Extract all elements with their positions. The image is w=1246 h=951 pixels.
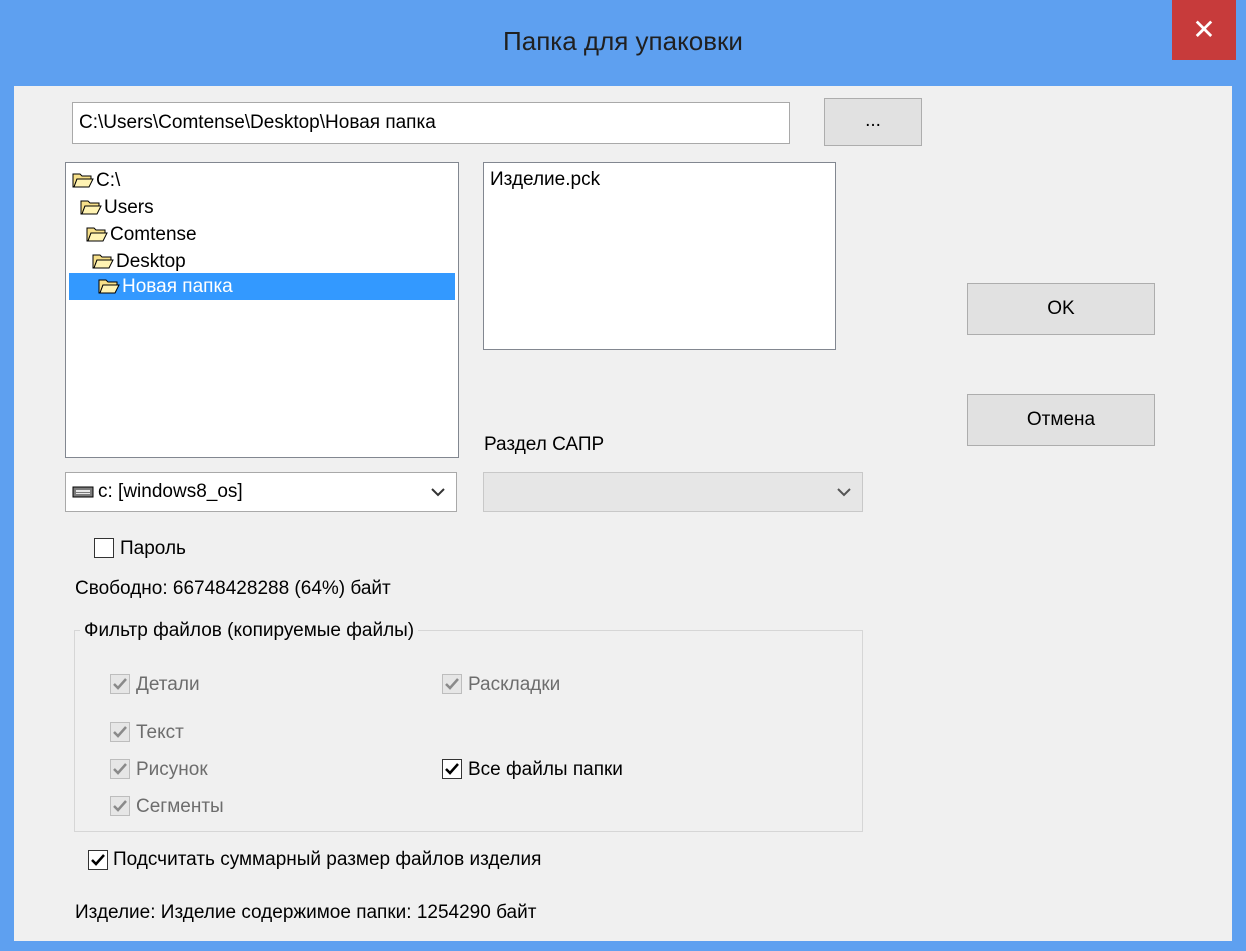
tree-item-label: C:\ — [96, 170, 121, 191]
details-checkbox[interactable] — [110, 674, 130, 694]
drive-icon — [72, 486, 94, 498]
dialog-client-area: C:\Users\Comtense\Desktop\Новая папка ..… — [14, 86, 1232, 941]
tree-item-desktop[interactable]: Desktop — [92, 248, 186, 275]
checkmark-icon — [113, 678, 127, 690]
count-total-checkbox[interactable] — [88, 850, 108, 870]
segments-label: Сегменты — [136, 796, 224, 817]
folder-open-icon — [92, 254, 114, 269]
text-label: Текст — [136, 722, 184, 743]
drawing-checkbox[interactable] — [110, 759, 130, 779]
password-label[interactable]: Пароль — [120, 538, 186, 560]
title-bar[interactable]: Папка для упаковки ✕ — [0, 0, 1246, 86]
checkmark-icon — [113, 763, 127, 775]
file-list[interactable]: Изделие.pck — [483, 162, 836, 350]
cad-section-label: Раздел САПР — [484, 434, 605, 455]
cad-section-select[interactable] — [483, 472, 863, 512]
tree-item-label: Новая папка — [122, 276, 233, 297]
all-files-checkbox[interactable] — [442, 759, 462, 779]
layouts-label: Раскладки — [468, 674, 561, 695]
layouts-checkbox[interactable] — [442, 674, 462, 694]
all-files-label: Все файлы папки — [468, 759, 623, 780]
tree-item-label: Desktop — [116, 251, 186, 272]
text-checkbox[interactable] — [110, 722, 130, 742]
chevron-down-icon — [837, 488, 851, 497]
tree-item-c-drive[interactable]: C:\ — [72, 167, 120, 194]
path-input[interactable]: C:\Users\Comtense\Desktop\Новая папка — [72, 102, 790, 144]
details-label: Детали — [136, 674, 200, 695]
list-item[interactable]: Изделие.pck — [490, 169, 600, 191]
dialog-window: Папка для упаковки ✕ C:\Users\Comtense\D… — [0, 0, 1246, 951]
segments-checkbox[interactable] — [110, 796, 130, 816]
tree-item-label: Users — [104, 197, 154, 218]
browse-button[interactable]: ... — [824, 98, 922, 146]
close-icon: ✕ — [1192, 14, 1216, 45]
product-status-text: Изделие: Изделие содержимое папки: 12542… — [75, 902, 537, 923]
dialog-title: Папка для упаковки — [503, 26, 743, 56]
free-space-text: Свободно: 66748428288 (64%) байт — [75, 578, 391, 599]
checkmark-icon — [91, 854, 105, 866]
folder-open-icon — [72, 173, 94, 188]
count-total-label[interactable]: Подсчитать суммарный размер файлов издел… — [113, 849, 541, 871]
tree-item-new-folder[interactable]: Новая папка — [69, 273, 455, 300]
cancel-button[interactable]: Отмена — [967, 394, 1155, 446]
drawing-label: Рисунок — [136, 759, 208, 780]
folder-open-icon — [98, 279, 120, 294]
drive-select[interactable]: c: [windows8_os] — [65, 472, 457, 512]
checkmark-icon — [445, 763, 459, 775]
checkmark-icon — [113, 800, 127, 812]
tree-item-label: Comtense — [110, 224, 197, 245]
chevron-down-icon — [431, 488, 445, 497]
checkmark-icon — [445, 678, 459, 690]
password-checkbox[interactable] — [94, 538, 114, 558]
file-filter-title: Фильтр файлов (копируемые файлы) — [80, 620, 419, 642]
close-button[interactable]: ✕ — [1172, 0, 1236, 60]
tree-item-users[interactable]: Users — [80, 194, 154, 221]
folder-open-icon — [86, 227, 108, 242]
tree-item-comtense[interactable]: Comtense — [86, 221, 197, 248]
folder-open-icon — [80, 200, 102, 215]
folder-tree[interactable]: C:\ Users Comtense Desktop Новая папка — [65, 162, 459, 458]
drive-select-value: c: [windows8_os] — [98, 481, 243, 502]
ok-button[interactable]: OK — [967, 283, 1155, 335]
checkmark-icon — [113, 726, 127, 738]
